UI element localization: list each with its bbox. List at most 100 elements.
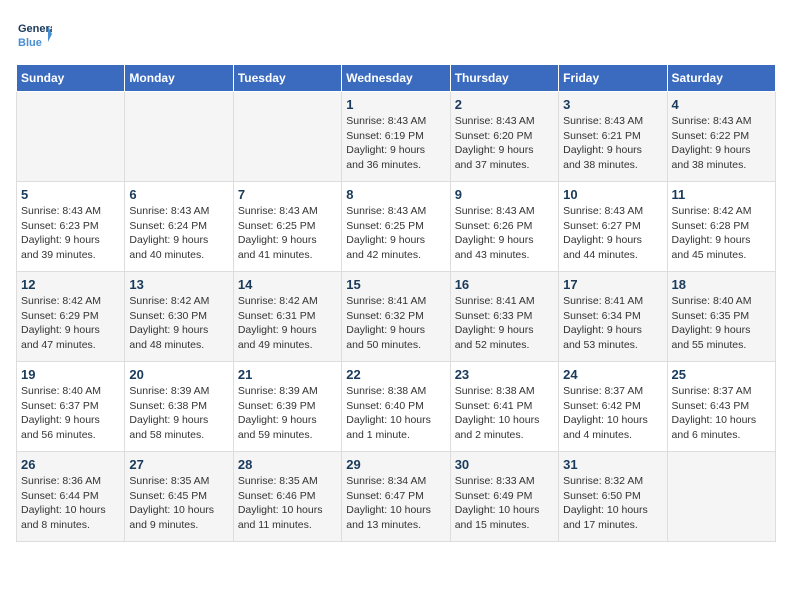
day-info: Sunrise: 8:43 AMSunset: 6:26 PMDaylight:…: [455, 204, 554, 263]
day-info: Sunrise: 8:32 AMSunset: 6:50 PMDaylight:…: [563, 474, 662, 533]
day-info: Sunrise: 8:40 AMSunset: 6:37 PMDaylight:…: [21, 384, 120, 443]
calendar-cell: 2 Sunrise: 8:43 AMSunset: 6:20 PMDaylight…: [450, 92, 558, 182]
day-number: 5: [21, 187, 120, 202]
day-info: Sunrise: 8:39 AMSunset: 6:39 PMDaylight:…: [238, 384, 337, 443]
day-info: Sunrise: 8:43 AMSunset: 6:20 PMDaylight:…: [455, 114, 554, 173]
day-number: 22: [346, 367, 445, 382]
calendar-cell: 3 Sunrise: 8:43 AMSunset: 6:21 PMDaylight…: [559, 92, 667, 182]
day-info: Sunrise: 8:34 AMSunset: 6:47 PMDaylight:…: [346, 474, 445, 533]
day-info: Sunrise: 8:33 AMSunset: 6:49 PMDaylight:…: [455, 474, 554, 533]
calendar-cell: 17 Sunrise: 8:41 AMSunset: 6:34 PMDayligh…: [559, 272, 667, 362]
calendar-cell: 19 Sunrise: 8:40 AMSunset: 6:37 PMDayligh…: [17, 362, 125, 452]
day-number: 19: [21, 367, 120, 382]
day-header-thursday: Thursday: [450, 65, 558, 92]
calendar-body: 1 Sunrise: 8:43 AMSunset: 6:19 PMDaylight…: [17, 92, 776, 542]
day-number: 1: [346, 97, 445, 112]
calendar-cell: 5 Sunrise: 8:43 AMSunset: 6:23 PMDaylight…: [17, 182, 125, 272]
svg-text:Blue: Blue: [18, 37, 42, 49]
day-number: 16: [455, 277, 554, 292]
day-header-friday: Friday: [559, 65, 667, 92]
day-number: 18: [672, 277, 771, 292]
day-info: Sunrise: 8:43 AMSunset: 6:27 PMDaylight:…: [563, 204, 662, 263]
day-number: 17: [563, 277, 662, 292]
day-number: 27: [129, 457, 228, 472]
calendar-table: SundayMondayTuesdayWednesdayThursdayFrid…: [16, 64, 776, 542]
day-number: 2: [455, 97, 554, 112]
calendar-cell: 15 Sunrise: 8:41 AMSunset: 6:32 PMDayligh…: [342, 272, 450, 362]
day-number: 7: [238, 187, 337, 202]
day-info: Sunrise: 8:43 AMSunset: 6:25 PMDaylight:…: [238, 204, 337, 263]
calendar-cell: 30 Sunrise: 8:33 AMSunset: 6:49 PMDayligh…: [450, 452, 558, 542]
day-header-wednesday: Wednesday: [342, 65, 450, 92]
day-info: Sunrise: 8:36 AMSunset: 6:44 PMDaylight:…: [21, 474, 120, 533]
calendar-week-3: 12 Sunrise: 8:42 AMSunset: 6:29 PMDayligh…: [17, 272, 776, 362]
calendar-cell: 7 Sunrise: 8:43 AMSunset: 6:25 PMDaylight…: [233, 182, 341, 272]
calendar-cell: 23 Sunrise: 8:38 AMSunset: 6:41 PMDayligh…: [450, 362, 558, 452]
day-number: 3: [563, 97, 662, 112]
calendar-cell: 21 Sunrise: 8:39 AMSunset: 6:39 PMDayligh…: [233, 362, 341, 452]
day-number: 9: [455, 187, 554, 202]
calendar-cell: [667, 452, 775, 542]
svg-text:General: General: [18, 23, 52, 35]
calendar-cell: 9 Sunrise: 8:43 AMSunset: 6:26 PMDaylight…: [450, 182, 558, 272]
day-number: 4: [672, 97, 771, 112]
day-number: 31: [563, 457, 662, 472]
calendar-week-2: 5 Sunrise: 8:43 AMSunset: 6:23 PMDaylight…: [17, 182, 776, 272]
day-info: Sunrise: 8:41 AMSunset: 6:34 PMDaylight:…: [563, 294, 662, 353]
calendar-cell: 11Sunrise: 8:42 AMSunset: 6:28 PMDayligh…: [667, 182, 775, 272]
calendar-cell: 10Sunrise: 8:43 AMSunset: 6:27 PMDayligh…: [559, 182, 667, 272]
calendar-cell: 1 Sunrise: 8:43 AMSunset: 6:19 PMDaylight…: [342, 92, 450, 182]
calendar-cell: 29 Sunrise: 8:34 AMSunset: 6:47 PMDayligh…: [342, 452, 450, 542]
day-number: 30: [455, 457, 554, 472]
day-info: Sunrise: 8:43 AMSunset: 6:19 PMDaylight:…: [346, 114, 445, 173]
day-number: 24: [563, 367, 662, 382]
calendar-cell: 24 Sunrise: 8:37 AMSunset: 6:42 PMDayligh…: [559, 362, 667, 452]
calendar-cell: 22 Sunrise: 8:38 AMSunset: 6:40 PMDayligh…: [342, 362, 450, 452]
calendar-cell: [17, 92, 125, 182]
day-number: 23: [455, 367, 554, 382]
day-info: Sunrise: 8:39 AMSunset: 6:38 PMDaylight:…: [129, 384, 228, 443]
day-number: 25: [672, 367, 771, 382]
day-info: Sunrise: 8:43 AMSunset: 6:22 PMDaylight:…: [672, 114, 771, 173]
day-header-monday: Monday: [125, 65, 233, 92]
header-row: SundayMondayTuesdayWednesdayThursdayFrid…: [17, 65, 776, 92]
day-info: Sunrise: 8:42 AMSunset: 6:29 PMDaylight:…: [21, 294, 120, 353]
day-number: 20: [129, 367, 228, 382]
day-number: 13: [129, 277, 228, 292]
day-number: 12: [21, 277, 120, 292]
day-header-saturday: Saturday: [667, 65, 775, 92]
day-info: Sunrise: 8:37 AMSunset: 6:43 PMDaylight:…: [672, 384, 771, 443]
calendar-cell: 6Sunrise: 8:43 AMSunset: 6:24 PMDaylight…: [125, 182, 233, 272]
day-info: Sunrise: 8:35 AMSunset: 6:45 PMDaylight:…: [129, 474, 228, 533]
calendar-cell: [233, 92, 341, 182]
day-info: Sunrise: 8:43 AMSunset: 6:23 PMDaylight:…: [21, 204, 120, 263]
day-info: Sunrise: 8:37 AMSunset: 6:42 PMDaylight:…: [563, 384, 662, 443]
calendar-week-5: 26 Sunrise: 8:36 AMSunset: 6:44 PMDayligh…: [17, 452, 776, 542]
day-info: Sunrise: 8:41 AMSunset: 6:33 PMDaylight:…: [455, 294, 554, 353]
day-info: Sunrise: 8:38 AMSunset: 6:40 PMDaylight:…: [346, 384, 445, 443]
day-info: Sunrise: 8:43 AMSunset: 6:21 PMDaylight:…: [563, 114, 662, 173]
day-info: Sunrise: 8:41 AMSunset: 6:32 PMDaylight:…: [346, 294, 445, 353]
day-info: Sunrise: 8:38 AMSunset: 6:41 PMDaylight:…: [455, 384, 554, 443]
day-number: 26: [21, 457, 120, 472]
logo: General Blue: [16, 16, 52, 52]
calendar-cell: 20 Sunrise: 8:39 AMSunset: 6:38 PMDayligh…: [125, 362, 233, 452]
calendar-cell: 14Sunrise: 8:42 AMSunset: 6:31 PMDayligh…: [233, 272, 341, 362]
calendar-week-1: 1 Sunrise: 8:43 AMSunset: 6:19 PMDaylight…: [17, 92, 776, 182]
calendar-cell: 31 Sunrise: 8:32 AMSunset: 6:50 PMDayligh…: [559, 452, 667, 542]
calendar-cell: 28 Sunrise: 8:35 AMSunset: 6:46 PMDayligh…: [233, 452, 341, 542]
calendar-cell: 12 Sunrise: 8:42 AMSunset: 6:29 PMDayligh…: [17, 272, 125, 362]
day-number: 15: [346, 277, 445, 292]
logo-svg: General Blue: [16, 16, 52, 52]
calendar-cell: 25 Sunrise: 8:37 AMSunset: 6:43 PMDayligh…: [667, 362, 775, 452]
calendar-cell: 27 Sunrise: 8:35 AMSunset: 6:45 PMDayligh…: [125, 452, 233, 542]
day-info: Sunrise: 8:42 AMSunset: 6:30 PMDaylight:…: [129, 294, 228, 353]
day-number: 21: [238, 367, 337, 382]
day-number: 29: [346, 457, 445, 472]
day-header-tuesday: Tuesday: [233, 65, 341, 92]
calendar-header: SundayMondayTuesdayWednesdayThursdayFrid…: [17, 65, 776, 92]
day-info: Sunrise: 8:35 AMSunset: 6:46 PMDaylight:…: [238, 474, 337, 533]
day-number: 28: [238, 457, 337, 472]
day-number: 8: [346, 187, 445, 202]
day-info: Sunrise: 8:43 AMSunset: 6:24 PMDaylight:…: [129, 204, 228, 263]
